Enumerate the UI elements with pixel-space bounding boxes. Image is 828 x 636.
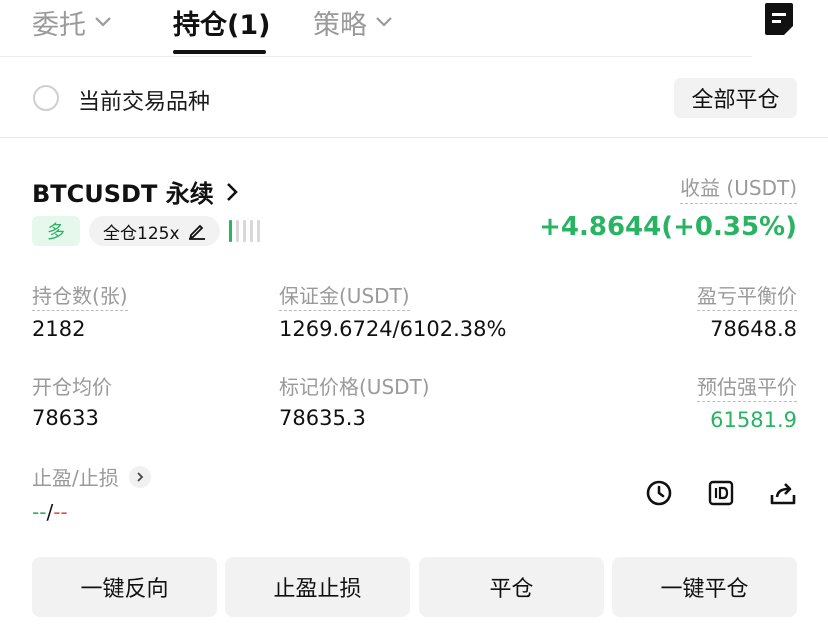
tab-positions-label: 持仓(1) [173,9,271,41]
chevron-right-icon [128,465,151,488]
tpsl-label: 止盈/止损 [32,466,119,490]
risk-bar [236,220,239,242]
filter-row: 当前交易品种 全部平仓 [0,60,828,138]
risk-bar [229,220,232,242]
stat-size: 持仓数(张) 2182 [32,280,128,341]
stat-liquidation: 预估强平价 61581.9 [697,371,797,432]
size-label[interactable]: 持仓数(张) [32,280,128,311]
margin-value: 1269.6724/6102.38% [279,317,507,341]
stat-margin: 保证金(USDT) 1269.6724/6102.38% [279,280,506,341]
document-icon[interactable] [764,2,794,36]
chevron-right-icon [226,182,238,201]
tpsl-row[interactable]: 止盈/止损 [32,462,151,491]
side-tag: 多 [32,216,80,246]
entry-value: 78633 [32,406,99,430]
mark-value: 78635.3 [279,406,366,430]
entry-label: 开仓均价 [32,375,112,399]
edit-icon [188,224,205,240]
share-icon[interactable] [768,478,798,508]
tab-bar: 委托 持仓(1) 策略 [0,0,828,58]
stat-breakeven: 盈亏平衡价 78648.8 [697,280,797,341]
id-icon[interactable] [706,478,736,508]
mark-label: 标记价格(USDT) [279,375,430,399]
pnl-value: +4.8644(+0.35%) [539,212,797,242]
margin-label[interactable]: 保证金(USDT) [279,280,410,311]
clock-icon[interactable] [644,478,674,508]
risk-level-bars [229,220,260,242]
stat-entry: 开仓均价 78633 [32,371,112,430]
position-symbol[interactable]: BTCUSDT 永续 [32,174,238,209]
risk-bar [257,220,260,242]
close-position-button[interactable]: 平仓 [419,557,604,617]
leverage-label: 全仓125x [103,223,180,244]
tab-positions[interactable]: 持仓(1) [173,0,270,44]
chevron-down-icon [376,17,392,27]
active-tab-indicator [173,50,266,54]
breakeven-value: 78648.8 [710,317,797,341]
close-all-button[interactable]: 全部平仓 [674,78,797,118]
tab-orders[interactable]: 委托 [32,0,112,44]
risk-bar [243,220,246,242]
tpsl-value: --/-- [32,500,68,524]
symbol-label: BTCUSDT 永续 [32,180,214,208]
risk-bar [250,220,253,242]
pnl-label[interactable]: 收益 (USDT) [680,172,797,204]
liquidation-label[interactable]: 预估强平价 [697,371,797,402]
tabs-divider [0,56,752,57]
stat-mark: 标记价格(USDT) 78635.3 [279,371,430,430]
liquidation-value: 61581.9 [710,408,797,432]
current-symbol-label[interactable]: 当前交易品种 [78,84,210,116]
breakeven-label[interactable]: 盈亏平衡价 [697,280,797,311]
tab-orders-label: 委托 [32,9,86,41]
chevron-down-icon [95,17,111,27]
tab-strategies-label: 策略 [313,9,367,41]
current-symbol-radio[interactable] [33,85,59,111]
tab-strategies[interactable]: 策略 [313,0,393,44]
close-all-instant-button[interactable]: 一键平仓 [612,557,797,617]
tpsl-button[interactable]: 止盈止损 [225,557,410,617]
take-profit-value: -- [32,500,47,524]
leverage-tag[interactable]: 全仓125x [89,216,220,246]
stop-loss-value: -- [53,500,68,524]
reverse-position-button[interactable]: 一键反向 [32,557,217,617]
size-value: 2182 [32,317,86,341]
